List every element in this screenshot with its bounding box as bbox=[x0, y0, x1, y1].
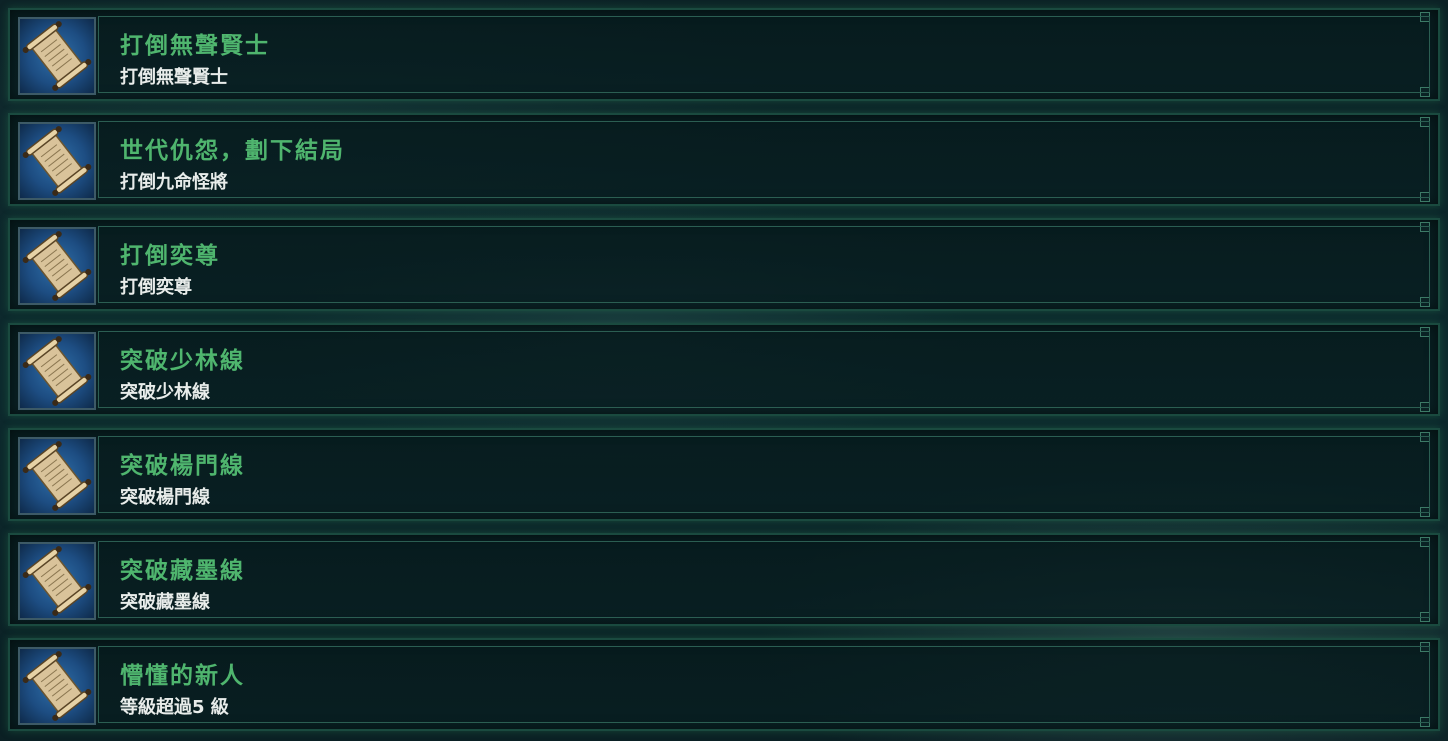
achievement-title: 打倒無聲賢士 bbox=[120, 32, 270, 59]
achievement-title: 打倒奕尊 bbox=[120, 242, 220, 269]
achievement-screen: 打倒無聲賢士 打倒無聲賢士 世代仇怨，劃下結局 打倒九命怪將 打倒奕尊 打倒奕尊… bbox=[0, 0, 1448, 741]
frame-corner bbox=[1420, 297, 1430, 307]
achievement-row[interactable]: 懵懂的新人 等級超過5 級 bbox=[8, 638, 1440, 731]
achievement-description: 打倒九命怪將 bbox=[120, 172, 228, 193]
frame-corner bbox=[1420, 432, 1430, 442]
frame-corner bbox=[1420, 507, 1430, 517]
scroll-icon bbox=[18, 332, 96, 410]
scroll-icon bbox=[18, 122, 96, 200]
achievement-description: 突破藏墨線 bbox=[120, 592, 210, 613]
scroll-icon bbox=[18, 647, 96, 725]
achievement-row[interactable]: 打倒奕尊 打倒奕尊 bbox=[8, 218, 1440, 311]
achievement-row[interactable]: 世代仇怨，劃下結局 打倒九命怪將 bbox=[8, 113, 1440, 206]
frame-corner bbox=[1420, 327, 1430, 337]
achievement-row[interactable]: 突破楊門線 突破楊門線 bbox=[8, 428, 1440, 521]
frame-corner bbox=[1420, 222, 1430, 232]
frame-corner bbox=[1420, 192, 1430, 202]
achievement-row[interactable]: 打倒無聲賢士 打倒無聲賢士 bbox=[8, 8, 1440, 101]
scroll-icon bbox=[18, 437, 96, 515]
achievement-title: 突破藏墨線 bbox=[120, 557, 245, 584]
frame-corner bbox=[1420, 117, 1430, 127]
achievement-title: 突破楊門線 bbox=[120, 452, 245, 479]
frame-corner bbox=[1420, 717, 1430, 727]
achievement-description: 打倒無聲賢士 bbox=[120, 67, 228, 88]
frame-corner bbox=[1420, 612, 1430, 622]
frame-corner bbox=[1420, 537, 1430, 547]
achievement-row[interactable]: 突破少林線 突破少林線 bbox=[8, 323, 1440, 416]
scroll-icon bbox=[18, 227, 96, 305]
scroll-icon bbox=[18, 17, 96, 95]
achievement-description: 打倒奕尊 bbox=[120, 277, 192, 298]
achievement-description: 等級超過5 級 bbox=[120, 697, 229, 718]
achievement-description: 突破楊門線 bbox=[120, 487, 210, 508]
frame-corner bbox=[1420, 402, 1430, 412]
achievement-title: 世代仇怨，劃下結局 bbox=[120, 137, 345, 164]
achievement-row[interactable]: 突破藏墨線 突破藏墨線 bbox=[8, 533, 1440, 626]
achievement-list: 打倒無聲賢士 打倒無聲賢士 世代仇怨，劃下結局 打倒九命怪將 打倒奕尊 打倒奕尊… bbox=[8, 8, 1440, 741]
achievement-description: 突破少林線 bbox=[120, 382, 210, 403]
achievement-title: 懵懂的新人 bbox=[120, 662, 245, 689]
scroll-icon bbox=[18, 542, 96, 620]
frame-corner bbox=[1420, 12, 1430, 22]
frame-corner bbox=[1420, 87, 1430, 97]
frame-corner bbox=[1420, 642, 1430, 652]
achievement-title: 突破少林線 bbox=[120, 347, 245, 374]
